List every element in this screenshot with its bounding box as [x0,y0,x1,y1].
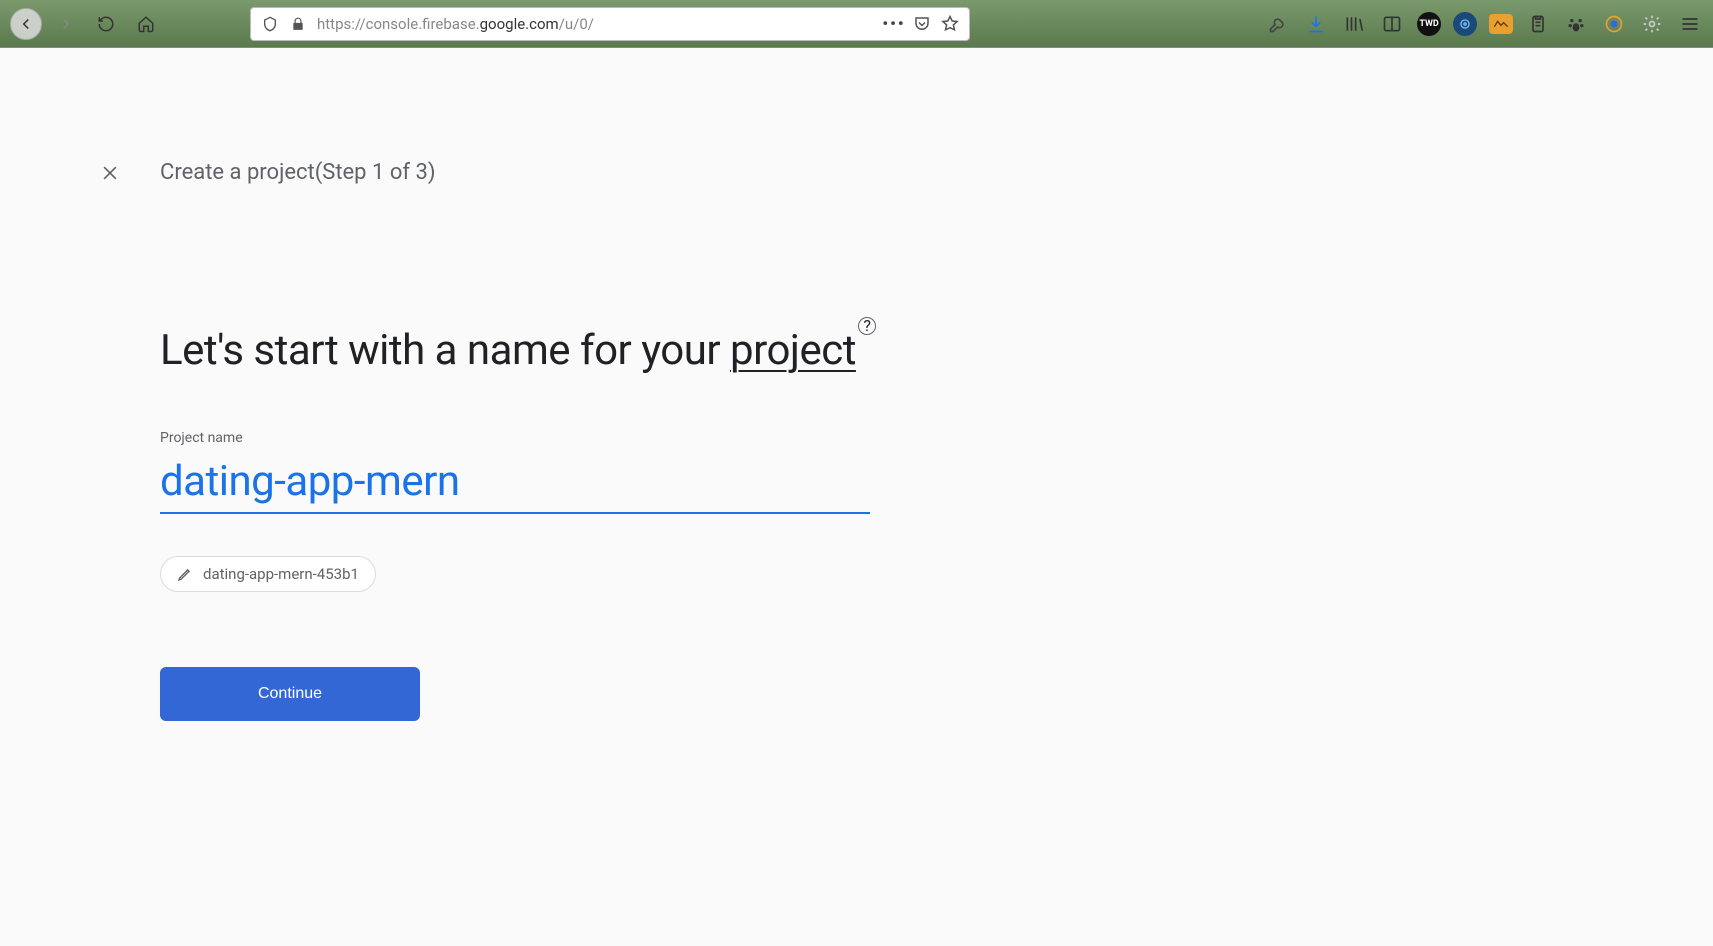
paw-icon[interactable] [1563,11,1589,37]
library-icon[interactable] [1341,11,1367,37]
toolbar-right: TWD [1265,11,1703,37]
sidebar-icon[interactable] [1379,11,1405,37]
extension-gear-blue-icon[interactable] [1453,12,1477,36]
page-heading: Let's start with a name for your project… [160,323,880,380]
more-icon[interactable]: ••• [885,15,903,33]
back-button[interactable] [10,8,42,40]
home-button[interactable] [130,8,162,40]
main-form: Let's start with a name for your project… [160,323,880,721]
help-icon[interactable]: ? [858,317,876,335]
bookmark-star-icon[interactable] [941,15,959,33]
extension-twd-icon[interactable]: TWD [1417,12,1441,36]
forward-button[interactable] [50,8,82,40]
lock-icon [289,15,307,33]
hamburger-menu-icon[interactable] [1677,11,1703,37]
shield-icon [261,15,279,33]
wrench-icon[interactable] [1265,11,1291,37]
browser-toolbar: https://console.firebase.google.com/u/0/… [0,0,1713,48]
close-button[interactable] [100,163,120,183]
pencil-icon [177,566,193,582]
project-id-chip[interactable]: dating-app-mern-453b1 [160,556,376,592]
extension-circle-icon[interactable] [1601,11,1627,37]
url-text: https://console.firebase.google.com/u/0/ [317,15,875,33]
project-id-text: dating-app-mern-453b1 [203,565,359,583]
address-bar[interactable]: https://console.firebase.google.com/u/0/… [250,7,970,41]
step-title: Create a project(Step 1 of 3) [160,160,436,185]
extension-orange-icon[interactable] [1489,14,1513,34]
project-name-input[interactable] [160,451,870,514]
page-content: Create a project(Step 1 of 3) Let's star… [0,48,1713,946]
settings-gear-icon[interactable] [1639,11,1665,37]
download-icon[interactable] [1303,11,1329,37]
project-name-label: Project name [160,430,880,446]
reload-button[interactable] [90,8,122,40]
wizard-header: Create a project(Step 1 of 3) [100,160,436,185]
pocket-icon[interactable] [913,15,931,33]
continue-button[interactable]: Continue [160,667,420,721]
clipboard-icon[interactable] [1525,11,1551,37]
